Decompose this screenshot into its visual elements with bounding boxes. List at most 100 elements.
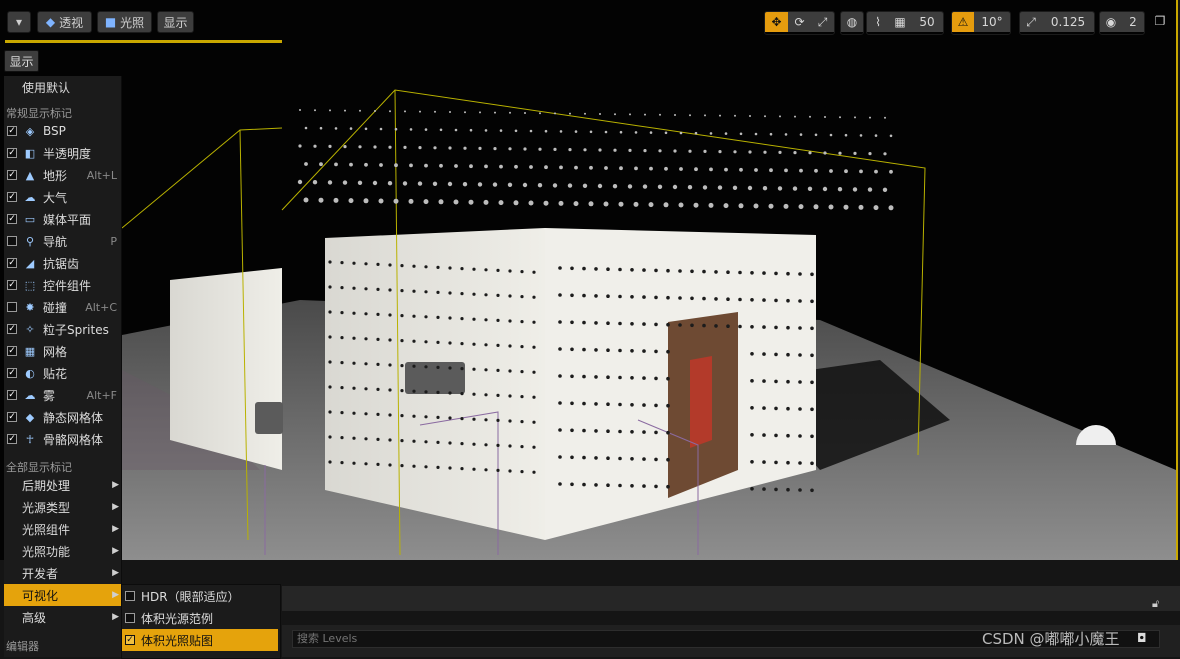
common-flag-item[interactable]: ✓ ◢ 抗锯齿 bbox=[4, 252, 121, 274]
common-flag-item[interactable]: ✓ ▲ 地形 Alt+L bbox=[4, 164, 121, 186]
common-flag-item[interactable]: ⚲ 导航 P bbox=[4, 230, 121, 252]
lightmap-sample-dot bbox=[340, 361, 344, 365]
scale-tool-icon[interactable]: ⤢ bbox=[811, 12, 834, 32]
common-flag-item[interactable]: ✓ ☥ 骨骼网格体 bbox=[4, 428, 121, 450]
visualize-item[interactable]: ✓ 体积光照贴图 bbox=[122, 629, 278, 651]
lightmap-sample-dot bbox=[460, 442, 464, 446]
level-viewport[interactable]: ▾ ◆ 透视 ■ 光照 显示 ✥ ⟳ ⤢ ◍ ⌇ ▦ 50 ⚠ 10° ⤢ 0.… bbox=[0, 0, 1178, 560]
move-tool-icon[interactable]: ✥ bbox=[765, 12, 788, 32]
chevron-right-icon: ▶ bbox=[112, 546, 119, 556]
volumetric-sample-dot bbox=[349, 127, 353, 130]
volumetric-sample-dot bbox=[839, 116, 841, 119]
flag-label: 地形 bbox=[43, 168, 68, 183]
lightmap-sample-dot bbox=[726, 324, 730, 329]
checkbox[interactable]: ✓ bbox=[7, 346, 17, 356]
volumetric-sample-dot bbox=[483, 199, 489, 205]
lightmap-sample-dot bbox=[810, 434, 814, 439]
common-flag-item[interactable]: ✓ ◈ BSP bbox=[4, 120, 121, 142]
common-flag-item[interactable]: ✓ ▭ 媒体平面 bbox=[4, 208, 121, 230]
camera-speed-icon[interactable]: ◉ bbox=[1100, 12, 1122, 32]
checkbox[interactable] bbox=[125, 591, 135, 601]
lightmap-sample-dot bbox=[630, 457, 634, 461]
lightmap-sample-dot bbox=[702, 269, 706, 274]
volumetric-sample-dot bbox=[328, 144, 332, 148]
checkbox[interactable]: ✓ bbox=[7, 214, 17, 224]
all-flags-category-item[interactable]: 光照组件 ▶ bbox=[4, 518, 121, 540]
search-clear-icon[interactable]: ◘ bbox=[1137, 631, 1151, 645]
checkbox[interactable]: ✓ bbox=[7, 148, 17, 158]
visualize-item[interactable]: HDR（眼部适应） bbox=[122, 585, 278, 607]
common-flag-item[interactable]: ✓ ▦ 网格 bbox=[4, 340, 121, 362]
checkbox[interactable]: ✓ bbox=[7, 126, 17, 136]
checkbox[interactable]: ✓ bbox=[7, 368, 17, 378]
camera-speed-value[interactable]: 2 bbox=[1122, 12, 1144, 32]
lighting-mode-button[interactable]: ■ 光照 bbox=[97, 11, 152, 33]
checkbox[interactable]: ✓ bbox=[125, 635, 135, 645]
volumetric-sample-dot bbox=[584, 112, 586, 115]
checkbox[interactable] bbox=[7, 302, 17, 312]
common-flag-item[interactable]: ✓ ⬚ 控件组件 bbox=[4, 274, 121, 296]
rotation-snap-value[interactable]: 10° bbox=[974, 12, 1010, 32]
common-flag-item[interactable]: ✓ ✧ 粒子Sprites bbox=[4, 318, 121, 340]
lightmap-sample-dot bbox=[328, 360, 332, 364]
checkbox[interactable]: ✓ bbox=[7, 258, 17, 268]
common-flag-item[interactable]: ✓ ◆ 静态网格体 bbox=[4, 406, 121, 428]
lightmap-sample-dot bbox=[582, 482, 586, 487]
show-menu-title-button[interactable]: 显示 bbox=[4, 50, 39, 72]
checkbox[interactable]: ✓ bbox=[7, 412, 17, 422]
volumetric-sample-dot bbox=[493, 147, 497, 151]
checkbox[interactable]: ✓ bbox=[7, 434, 17, 444]
lightmap-sample-dot bbox=[786, 325, 790, 330]
scale-snap-value[interactable]: 0.125 bbox=[1042, 12, 1094, 32]
checkbox[interactable] bbox=[7, 236, 17, 246]
checkbox[interactable]: ✓ bbox=[7, 192, 17, 202]
volumetric-sample-dot bbox=[889, 169, 893, 174]
common-flag-item[interactable]: ✸ 碰撞 Alt+C bbox=[4, 296, 121, 318]
use-defaults-item[interactable]: 使用默认 bbox=[4, 76, 121, 98]
lightmap-sample-dot bbox=[570, 374, 574, 379]
perspective-button[interactable]: ◆ 透视 bbox=[37, 11, 92, 33]
rotation-snap-icon[interactable]: ⚠ bbox=[952, 12, 974, 32]
lightmap-sample-dot bbox=[520, 345, 524, 349]
common-flag-item[interactable]: ✓ ☁ 大气 bbox=[4, 186, 121, 208]
checkbox[interactable]: ✓ bbox=[7, 280, 17, 290]
volumetric-sample-dot bbox=[364, 162, 368, 167]
grid-snap-icon[interactable]: ▦ bbox=[889, 12, 911, 32]
all-flags-category-item[interactable]: 后期处理 ▶ bbox=[4, 474, 121, 496]
world-globe-icon[interactable]: ◍ bbox=[841, 12, 863, 32]
grid-snap-value[interactable]: 50 bbox=[911, 12, 943, 32]
volumetric-sample-dot bbox=[719, 114, 721, 117]
rotate-tool-icon[interactable]: ⟳ bbox=[788, 12, 811, 32]
volumetric-sample-dot bbox=[808, 151, 812, 155]
scale-snap-icon[interactable]: ⤢ bbox=[1020, 12, 1042, 32]
all-flags-category-item[interactable]: 光照功能 ▶ bbox=[4, 540, 121, 562]
checkbox[interactable]: ✓ bbox=[7, 324, 17, 334]
volumetric-sample-dot bbox=[529, 129, 533, 133]
all-flags-category-item[interactable]: 光源类型 ▶ bbox=[4, 496, 121, 518]
checkbox[interactable]: ✓ bbox=[7, 170, 17, 180]
viewport-options-button[interactable]: ▾ bbox=[7, 11, 31, 33]
volumetric-sample-dot bbox=[754, 168, 758, 172]
lightmap-sample-dot bbox=[666, 349, 670, 354]
lightmap-sample-dot bbox=[400, 364, 404, 368]
volumetric-sample-dot bbox=[574, 130, 578, 133]
lightmap-sample-dot bbox=[786, 379, 790, 384]
volumetric-sample-dot bbox=[529, 165, 533, 169]
common-flag-item[interactable]: ✓ ◐ 贴花 bbox=[4, 362, 121, 384]
all-flags-category-item[interactable]: 高级 ▶ bbox=[4, 606, 121, 628]
visualize-item[interactable]: 体积光源范例 bbox=[122, 607, 278, 629]
surface-snap-icon[interactable]: ⌇ bbox=[867, 12, 889, 32]
lock-icon[interactable]: 🔓︎ bbox=[1152, 597, 1166, 611]
volumetric-sample-dot bbox=[612, 184, 618, 189]
show-label: 显示 bbox=[163, 15, 188, 30]
checkbox[interactable]: ✓ bbox=[7, 390, 17, 400]
show-flags-button[interactable]: 显示 bbox=[157, 11, 194, 33]
volumetric-sample-dot bbox=[394, 163, 398, 168]
common-flag-item[interactable]: ✓ ☁ 雾 Alt+F bbox=[4, 384, 121, 406]
volumetric-sample-dot bbox=[829, 133, 833, 137]
common-flag-item[interactable]: ✓ ◧ 半透明度 bbox=[4, 142, 121, 164]
all-flags-category-item[interactable]: 开发者 ▶ bbox=[4, 562, 121, 584]
all-flags-category-item[interactable]: 可视化 ▶ bbox=[4, 584, 121, 606]
checkbox[interactable] bbox=[125, 613, 135, 623]
maximize-viewport-icon[interactable]: ❐ bbox=[1152, 14, 1168, 30]
